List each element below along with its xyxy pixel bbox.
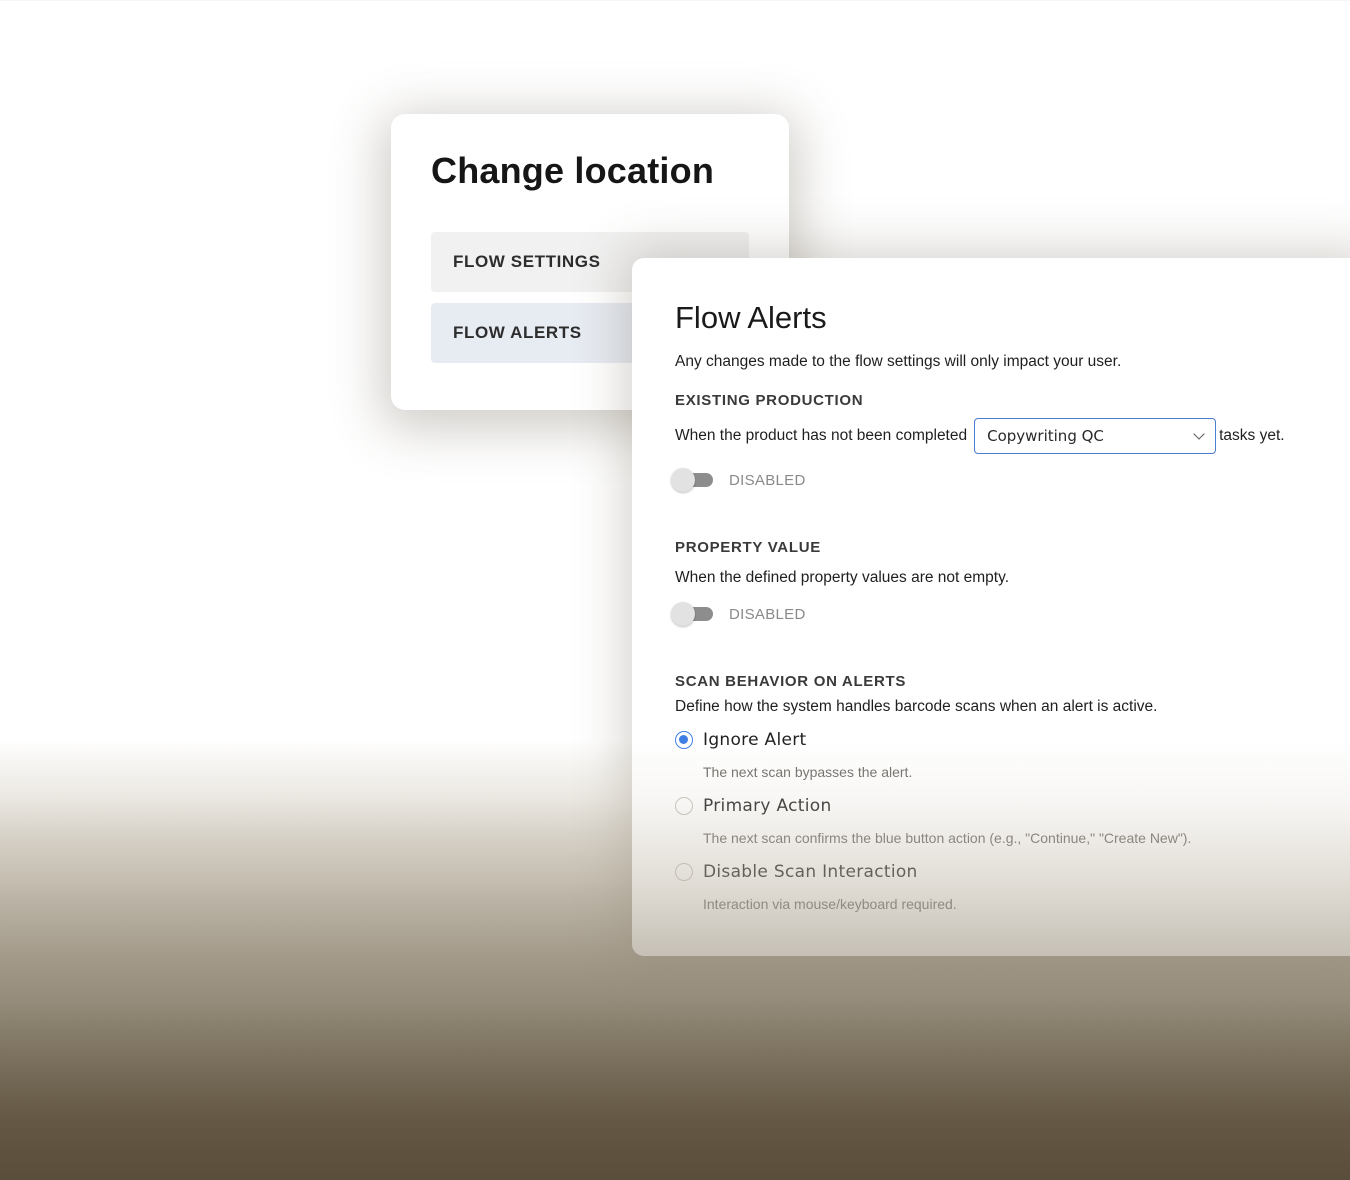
radio-label: Primary Action: [703, 796, 832, 816]
flow-alerts-panel: Flow Alerts Any changes made to the flow…: [632, 258, 1350, 956]
change-location-title: Change location: [431, 150, 715, 191]
existing-production-suffix: tasks yet.: [1219, 427, 1285, 444]
radio-label: Disable Scan Interaction: [703, 862, 918, 882]
page-title: Flow Alerts: [675, 300, 827, 335]
radio-hint: The next scan bypasses the alert.: [703, 764, 913, 780]
toggle-knob: [671, 468, 695, 492]
radio-button[interactable]: [675, 863, 693, 881]
radio-hint: The next scan confirms the blue button a…: [703, 830, 1192, 846]
existing-production-row: When the product has not been completed …: [675, 418, 1285, 454]
property-value-toggle[interactable]: [671, 602, 715, 626]
radio-primary-action[interactable]: Primary Action: [675, 796, 832, 816]
radio-button[interactable]: [675, 797, 693, 815]
existing-production-toggle-label: DISABLED: [729, 471, 806, 489]
existing-production-toggle[interactable]: [671, 468, 715, 492]
scan-behavior-description: Define how the system handles barcode sc…: [675, 698, 1158, 715]
radio-hint: Interaction via mouse/keyboard required.: [703, 896, 957, 912]
toggle-knob: [671, 602, 695, 626]
existing-production-text: When the product has not been completed: [675, 427, 968, 444]
panel-description: Any changes made to the flow settings wi…: [675, 353, 1122, 370]
existing-production-heading: EXISTING PRODUCTION: [675, 392, 864, 409]
chevron-down-icon: [1193, 428, 1205, 440]
property-value-toggle-label: DISABLED: [729, 605, 806, 623]
task-select-value: Copywriting QC: [987, 427, 1104, 445]
radio-disable-scan-interaction[interactable]: Disable Scan Interaction: [675, 862, 918, 882]
property-value-heading: PROPERTY VALUE: [675, 539, 821, 556]
scan-behavior-heading: SCAN BEHAVIOR ON ALERTS: [675, 673, 907, 690]
radio-button-selected[interactable]: [675, 731, 693, 749]
property-value-toggle-row: DISABLED: [671, 602, 806, 626]
radio-label: Ignore Alert: [703, 730, 807, 750]
property-value-text: When the defined property values are not…: [675, 569, 1010, 586]
task-select[interactable]: Copywriting QC: [974, 418, 1217, 454]
existing-production-toggle-row: DISABLED: [671, 468, 806, 492]
radio-ignore-alert[interactable]: Ignore Alert: [675, 730, 807, 750]
